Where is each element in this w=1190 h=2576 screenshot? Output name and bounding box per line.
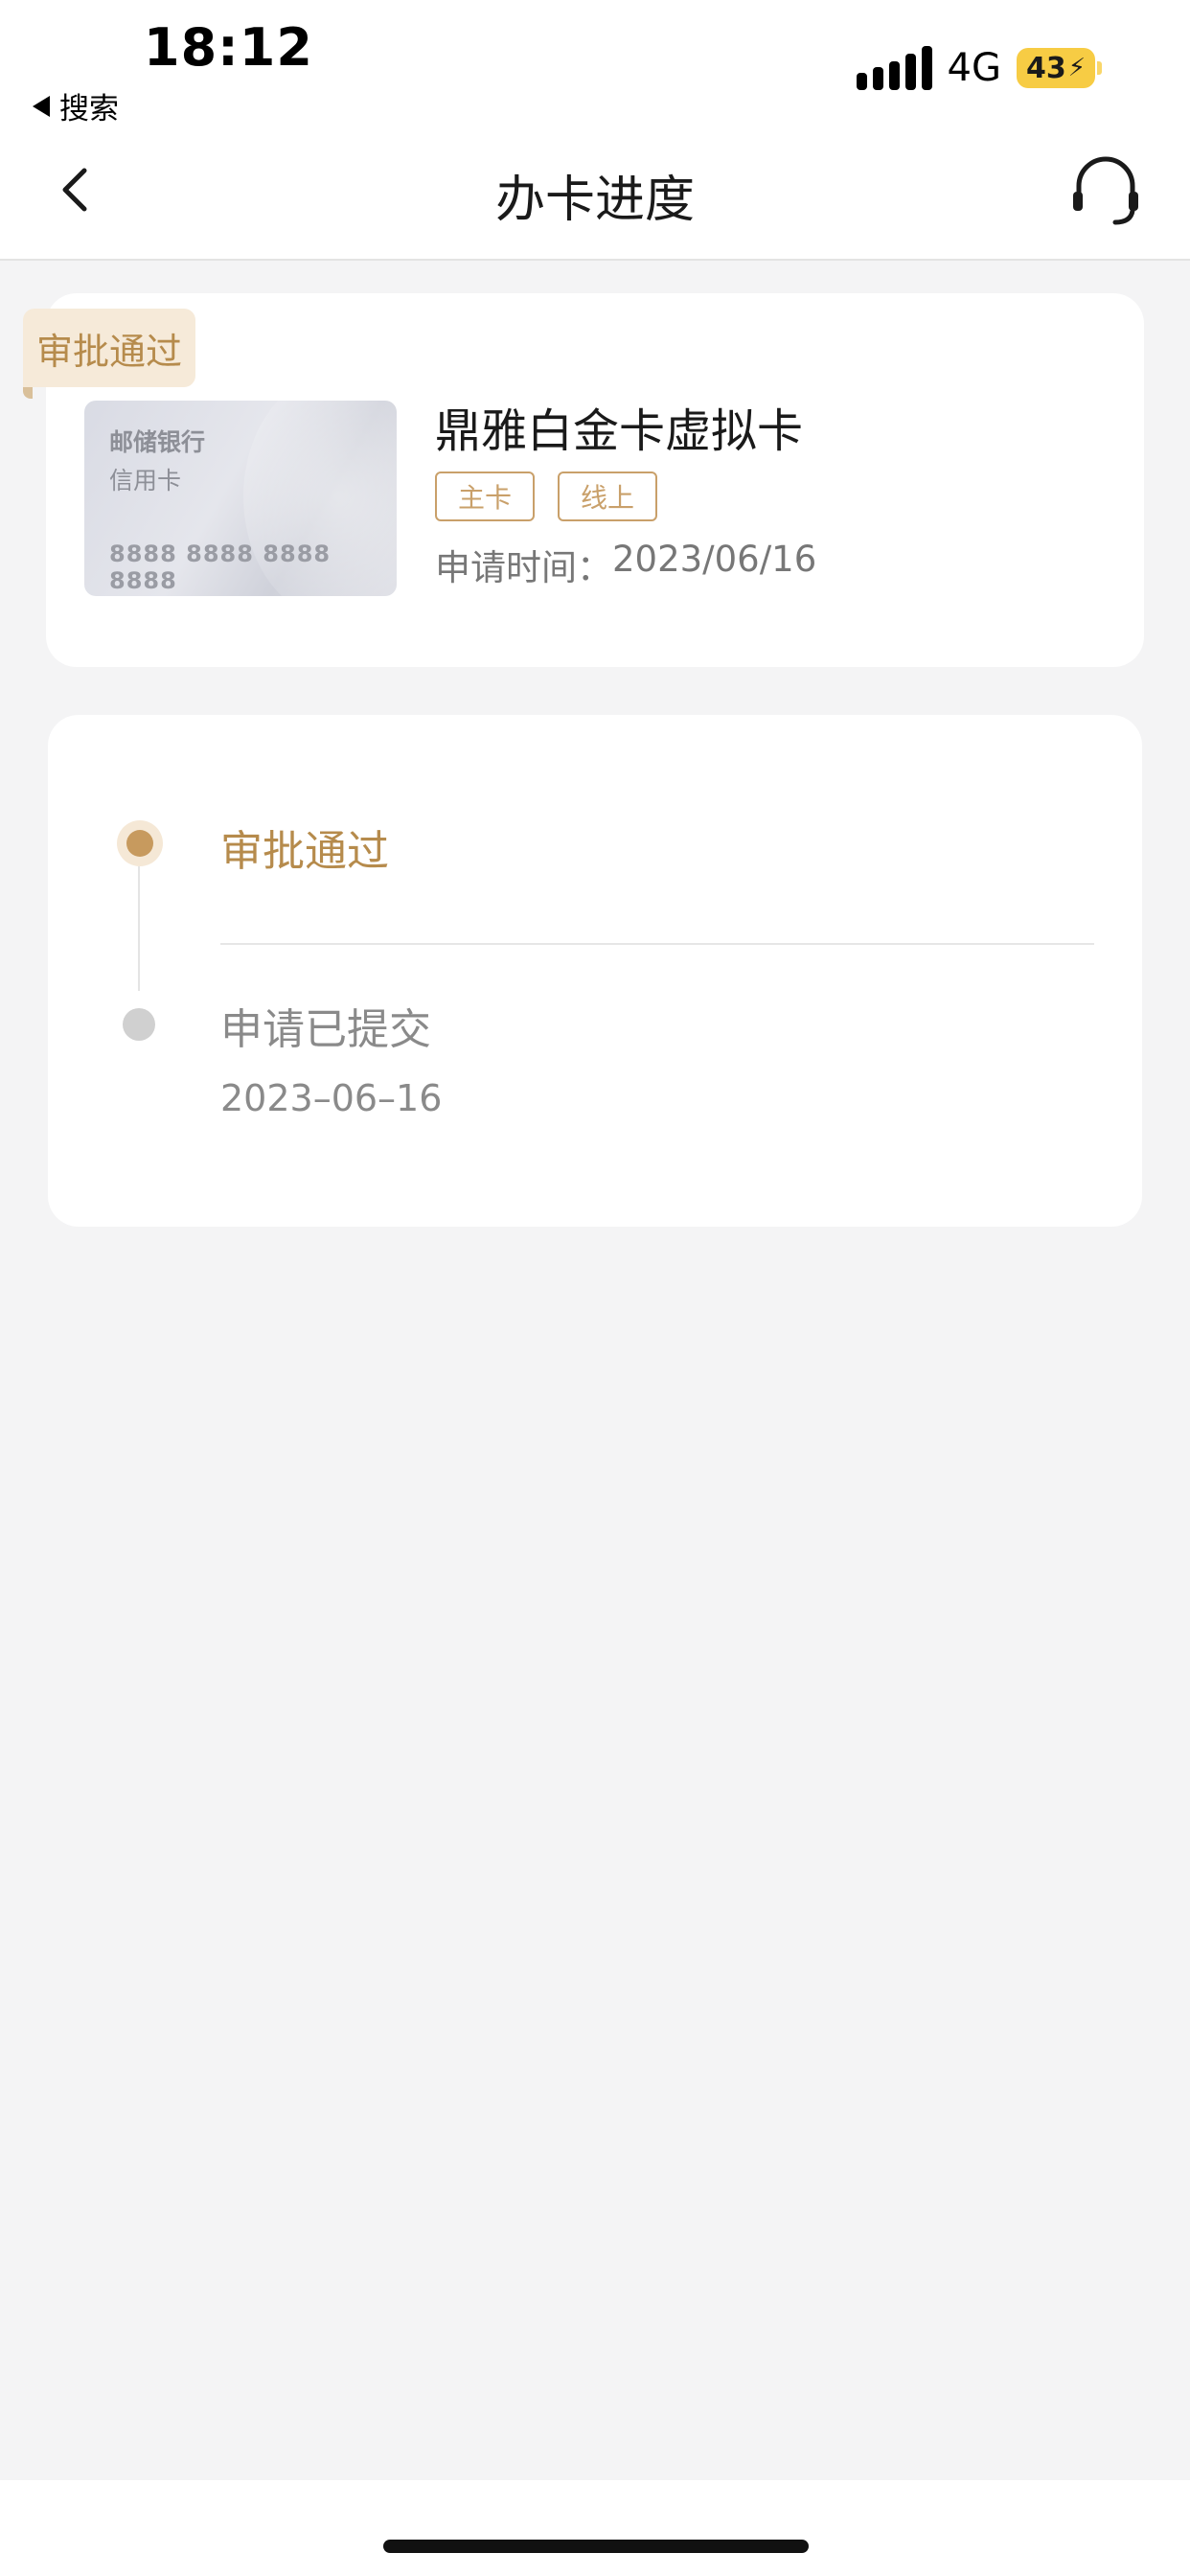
network-type: 4G bbox=[947, 46, 1001, 90]
apply-time-value: 2023/06/16 bbox=[612, 539, 817, 580]
signal-icon bbox=[856, 46, 932, 90]
page-title: 办卡进度 bbox=[494, 172, 695, 229]
battery-icon: 43 ⚡ bbox=[1017, 48, 1102, 88]
card-bank-name: 邮储银行 bbox=[109, 428, 206, 456]
timeline-dot-active bbox=[117, 820, 163, 866]
status-badge: 审批通过 bbox=[23, 309, 195, 399]
card-type-label: 信用卡 bbox=[109, 467, 182, 494]
headset-icon bbox=[1073, 156, 1138, 225]
timeline-step-approved: 审批通过 bbox=[220, 827, 389, 876]
tag-primary-card: 主卡 bbox=[435, 472, 536, 521]
battery-level: 43 bbox=[1025, 51, 1066, 85]
status-indicators: 4G 43 ⚡ bbox=[856, 46, 1102, 90]
tag-online: 线上 bbox=[558, 472, 658, 521]
card-number: 8888 8888 8888 8888 bbox=[109, 540, 332, 594]
back-app-label: 搜索 bbox=[59, 92, 119, 126]
card-tags: 主卡 线上 bbox=[435, 472, 658, 521]
timeline-divider bbox=[220, 943, 1094, 945]
home-indicator[interactable] bbox=[383, 2540, 809, 2553]
apply-time-label: 申请时间： bbox=[435, 547, 612, 588]
back-to-app-link[interactable]: 搜索 bbox=[33, 84, 119, 127]
credit-card-image: 邮储银行 信用卡 8888 8888 8888 8888 bbox=[84, 401, 397, 596]
back-triangle-icon bbox=[33, 95, 50, 117]
status-time: 18:12 bbox=[144, 17, 313, 78]
card-product-name: 鼎雅白金卡虚拟卡 bbox=[435, 404, 804, 458]
timeline-step-submitted: 申请已提交 bbox=[220, 1005, 431, 1054]
progress-screen: 18:12 搜索 4G 43 ⚡ 办卡进度 审批通过 邮储银行 信用卡 8888… bbox=[0, 0, 1190, 2576]
progress-timeline-panel bbox=[48, 715, 1142, 1227]
customer-service-button[interactable] bbox=[1069, 155, 1142, 228]
timeline-dot-inactive bbox=[123, 1008, 155, 1041]
nav-bar: 办卡进度 bbox=[0, 144, 1190, 259]
apply-time: 申请时间： 2023/06/16 bbox=[435, 539, 816, 590]
timeline-connector bbox=[138, 866, 140, 991]
timeline-step-date: 2023–06–16 bbox=[220, 1077, 443, 1119]
nav-divider bbox=[0, 259, 1190, 261]
bottom-safe-area bbox=[0, 2480, 1190, 2576]
